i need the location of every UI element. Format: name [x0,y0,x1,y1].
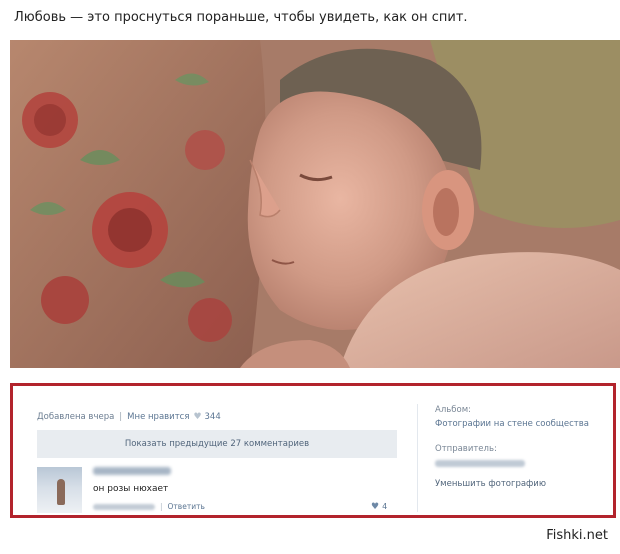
like-count: 344 [204,412,221,422]
comment-text: он розы нюхает [93,484,169,494]
avatar-figure [57,479,65,505]
comment-like-button[interactable]: ♥ 4 [371,502,387,512]
separator: | [119,412,123,422]
watermark: Fishki.net [546,528,608,543]
show-previous-comments-button[interactable]: Показать предыдущие 27 комментариев [37,430,397,458]
album-link[interactable]: Фотографии на стене сообщества [435,418,595,430]
post-photo[interactable] [10,40,620,368]
commenter-name-blurred[interactable] [93,467,171,475]
album-label: Альбом: [435,405,471,415]
photo-sidebar: Альбом: Фотографии на стене сообщества О… [435,405,595,489]
added-date: Добавлена вчера [37,412,115,422]
post-meta: Добавлена вчера | Мне нравится ♥ 344 [37,412,221,422]
like-button[interactable]: Мне нравится [127,412,189,422]
sender-label: Отправитель: [435,444,497,454]
post-caption: Любовь — это проснуться пораньше, чтобы … [14,10,468,25]
sender-name-blurred[interactable] [435,460,525,467]
divider [417,404,418,512]
comment-like-count: 4 [382,502,388,511]
separator: | [160,502,163,511]
reply-link[interactable]: Ответить [168,502,205,511]
heart-icon: ♥ [371,502,380,512]
sleeping-man-photo [10,40,620,368]
comment-time-blurred [93,503,155,510]
shrink-photo-link[interactable]: Уменьшить фотографию [435,479,595,489]
commenter-avatar[interactable] [37,467,82,513]
comment-meta: | Ответить [93,502,205,511]
photo-info-panel: Добавлена вчера | Мне нравится ♥ 344 Пок… [10,383,616,518]
heart-icon: ♥ [193,412,202,422]
